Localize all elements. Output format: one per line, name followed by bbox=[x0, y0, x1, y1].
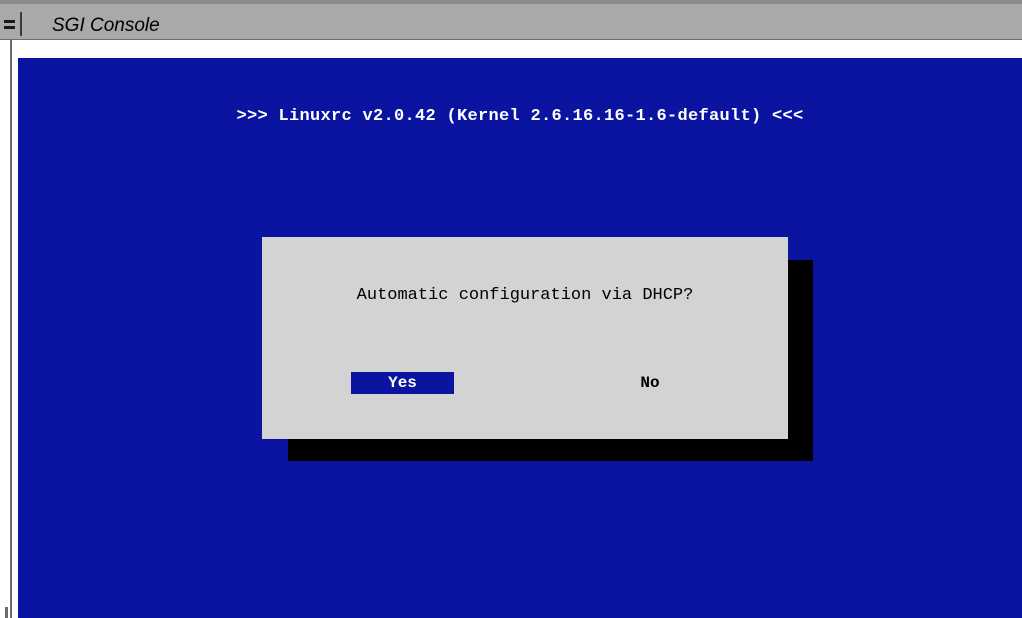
window-title: SGI Console bbox=[52, 15, 160, 36]
linuxrc-header: >>> Linuxrc v2.0.42 (Kernel 2.6.16.16-1.… bbox=[236, 107, 804, 126]
dhcp-dialog: Automatic configuration via DHCP? Yes No bbox=[262, 237, 788, 439]
resize-handle[interactable] bbox=[5, 607, 8, 618]
console-window: SGI Console >>> Linuxrc v2.0.42 (Kernel … bbox=[0, 0, 1022, 618]
console-screen[interactable]: >>> Linuxrc v2.0.42 (Kernel 2.6.16.16-1.… bbox=[18, 58, 1022, 618]
window-left-border bbox=[0, 40, 14, 618]
no-button[interactable]: No bbox=[613, 372, 687, 394]
window-menu-icon-bar bbox=[4, 26, 15, 29]
title-bar-edge bbox=[0, 0, 1022, 4]
title-bar[interactable]: SGI Console bbox=[0, 0, 1022, 40]
window-menu-icon[interactable] bbox=[0, 12, 22, 36]
yes-button[interactable]: Yes bbox=[351, 372, 454, 394]
window-border-line bbox=[10, 40, 12, 618]
window-menu-icon-bar bbox=[4, 20, 15, 23]
dialog-question: Automatic configuration via DHCP? bbox=[356, 286, 694, 305]
